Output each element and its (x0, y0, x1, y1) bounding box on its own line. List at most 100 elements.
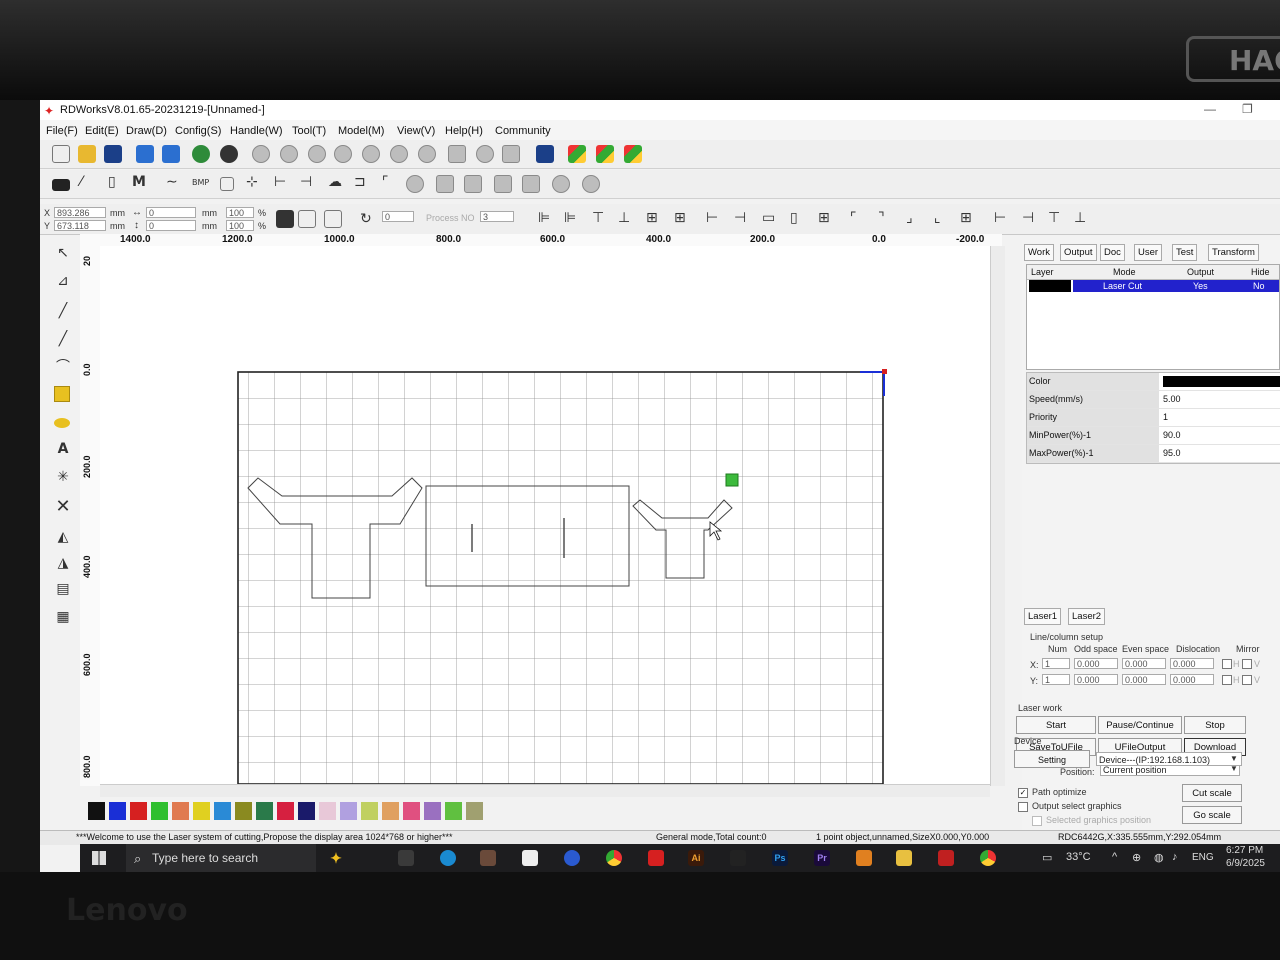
mirror-v-x-checkbox[interactable] (1242, 659, 1252, 669)
start-button[interactable]: Start (1016, 716, 1096, 734)
selected-position-checkbox[interactable] (1032, 816, 1042, 826)
curve-tool-icon[interactable]: ⌒ (54, 358, 72, 376)
go-scale-button[interactable]: Go scale (1182, 806, 1242, 824)
menu-draw[interactable]: Draw(D) (126, 125, 167, 137)
color-swatch[interactable] (298, 802, 315, 820)
mirror-h-x-checkbox[interactable] (1222, 659, 1232, 669)
tray-chevron-up-icon[interactable]: ^ (1112, 851, 1117, 863)
minimize-button[interactable]: — (1204, 102, 1216, 116)
pen-icon[interactable] (502, 145, 520, 163)
prop-color-value[interactable] (1163, 376, 1280, 387)
monitor-icon[interactable] (536, 145, 554, 163)
mirror-h-icon[interactable]: ◭ (54, 528, 72, 546)
save-icon[interactable] (104, 145, 122, 163)
color-swatch[interactable] (256, 802, 273, 820)
grid-tool-icon[interactable] (522, 175, 540, 193)
layer-hide[interactable]: No (1253, 281, 1265, 291)
davinci-icon[interactable] (730, 850, 746, 866)
point-tool-icon[interactable]: ✳ (54, 468, 72, 486)
delete-icon[interactable]: ✕ (54, 498, 72, 516)
color-swatch[interactable] (214, 802, 231, 820)
align-right-edge-icon[interactable]: ⊣ (1022, 210, 1034, 226)
angle-field[interactable]: 0 (382, 211, 414, 222)
align-left-edge-icon[interactable]: ⊢ (994, 210, 1006, 226)
text-tool-icon[interactable]: A (54, 440, 72, 458)
select-arrow-icon[interactable]: ↖ (54, 244, 72, 262)
rectangle-icon[interactable] (220, 177, 234, 191)
color-swatch[interactable] (130, 802, 147, 820)
explorer-app-icon[interactable] (480, 850, 496, 866)
premiere-icon[interactable]: Pr (814, 850, 830, 866)
device-chevron-down-icon[interactable]: ▼ (1230, 754, 1238, 763)
color-swatch[interactable] (445, 802, 462, 820)
align-right-icon[interactable]: ⊫ (564, 210, 576, 226)
new-file-icon[interactable] (52, 145, 70, 163)
color-swatch[interactable] (361, 802, 378, 820)
align-v-icon[interactable]: ⊣ (300, 174, 312, 190)
photoshop-icon[interactable]: Ps (772, 850, 788, 866)
pause-continue-button[interactable]: Pause/Continue (1098, 716, 1182, 734)
magic-wand-icon[interactable]: ⁄ (80, 174, 82, 190)
space-h-icon[interactable]: ▯ (790, 210, 798, 226)
graphics-select-icon[interactable] (568, 145, 586, 163)
edge-icon[interactable] (440, 850, 456, 866)
color-swatch[interactable] (340, 802, 357, 820)
chrome-icon-2[interactable] (980, 850, 996, 866)
width-field[interactable]: 0 (146, 207, 196, 218)
node-edit-icon[interactable]: ⊿ (54, 272, 72, 290)
drawing-canvas[interactable] (100, 246, 990, 785)
network-icon[interactable]: ⊕ (1132, 851, 1141, 864)
gear-icon[interactable] (582, 175, 600, 193)
zoom-area-icon[interactable] (418, 145, 436, 163)
equal-size-icon[interactable]: ▭ (762, 210, 775, 226)
zoom-fit-icon[interactable] (308, 145, 326, 163)
tab-work[interactable]: Work (1024, 244, 1054, 261)
lc-x-even[interactable]: 0.000 (1122, 658, 1166, 669)
select-frame-icon[interactable] (436, 175, 454, 193)
space-v-icon[interactable]: ⊞ (818, 210, 830, 226)
prop-maxpower-value[interactable]: 95.0 (1163, 445, 1181, 462)
menu-view[interactable]: View(V) (397, 125, 435, 137)
vlc-icon[interactable] (856, 850, 872, 866)
eraser-icon[interactable] (494, 175, 512, 193)
tab-doc[interactable]: Doc (1100, 244, 1125, 261)
color-swatch[interactable] (151, 802, 168, 820)
corner-tl-icon[interactable]: ⌜ (850, 210, 857, 226)
clock-time[interactable]: 6:27 PM (1226, 845, 1263, 856)
line-icon[interactable]: ╱ (54, 302, 72, 320)
tab-test[interactable]: Test (1172, 244, 1198, 261)
color-swatch[interactable] (88, 802, 105, 820)
tab-laser2[interactable]: Laser2 (1068, 608, 1106, 625)
canvas-vertical-scrollbar[interactable] (990, 246, 1005, 786)
globe-icon[interactable]: ◍ (1154, 851, 1164, 864)
export-icon[interactable] (162, 145, 180, 163)
node-icon[interactable]: ⊹ (246, 174, 258, 190)
color-swatch[interactable] (277, 802, 294, 820)
notes-icon[interactable] (522, 850, 538, 866)
undo-icon[interactable] (192, 145, 210, 163)
mirror-h-y-checkbox[interactable] (1222, 675, 1232, 685)
polyline-icon[interactable]: ╱ (54, 330, 72, 348)
check-icon[interactable] (464, 175, 482, 193)
align-bottom-icon[interactable]: ⊥ (618, 210, 630, 226)
frame-icon[interactable] (448, 145, 466, 163)
menu-community[interactable]: Community (495, 125, 551, 137)
page-icon[interactable]: ▤ (54, 580, 72, 598)
lc-y-odd[interactable]: 0.000 (1074, 674, 1118, 685)
media-icon[interactable] (564, 850, 580, 866)
corner-bl-icon[interactable]: ⌞ (934, 210, 941, 226)
prop-minpower-value[interactable]: 90.0 (1163, 427, 1181, 444)
layer-mode[interactable]: Laser Cut (1103, 281, 1142, 291)
menu-help[interactable]: Help(H) (445, 125, 483, 137)
rotate-icon[interactable]: ↻ (360, 210, 372, 227)
rdworks-taskbar-icon[interactable] (938, 850, 954, 866)
menu-model[interactable]: Model(M) (338, 125, 384, 137)
ellipse-tool-icon[interactable] (54, 418, 70, 428)
lc-y-even[interactable]: 0.000 (1122, 674, 1166, 685)
zoom-window-icon[interactable] (390, 145, 408, 163)
laser-icon[interactable] (52, 179, 70, 191)
mirror-v-y-checkbox[interactable] (1242, 675, 1252, 685)
menu-edit[interactable]: Edit(E) (85, 125, 119, 137)
taskbar-search[interactable]: ⌕ Type here to search (126, 844, 316, 872)
lc-x-dislocation[interactable]: 0.000 (1170, 658, 1214, 669)
